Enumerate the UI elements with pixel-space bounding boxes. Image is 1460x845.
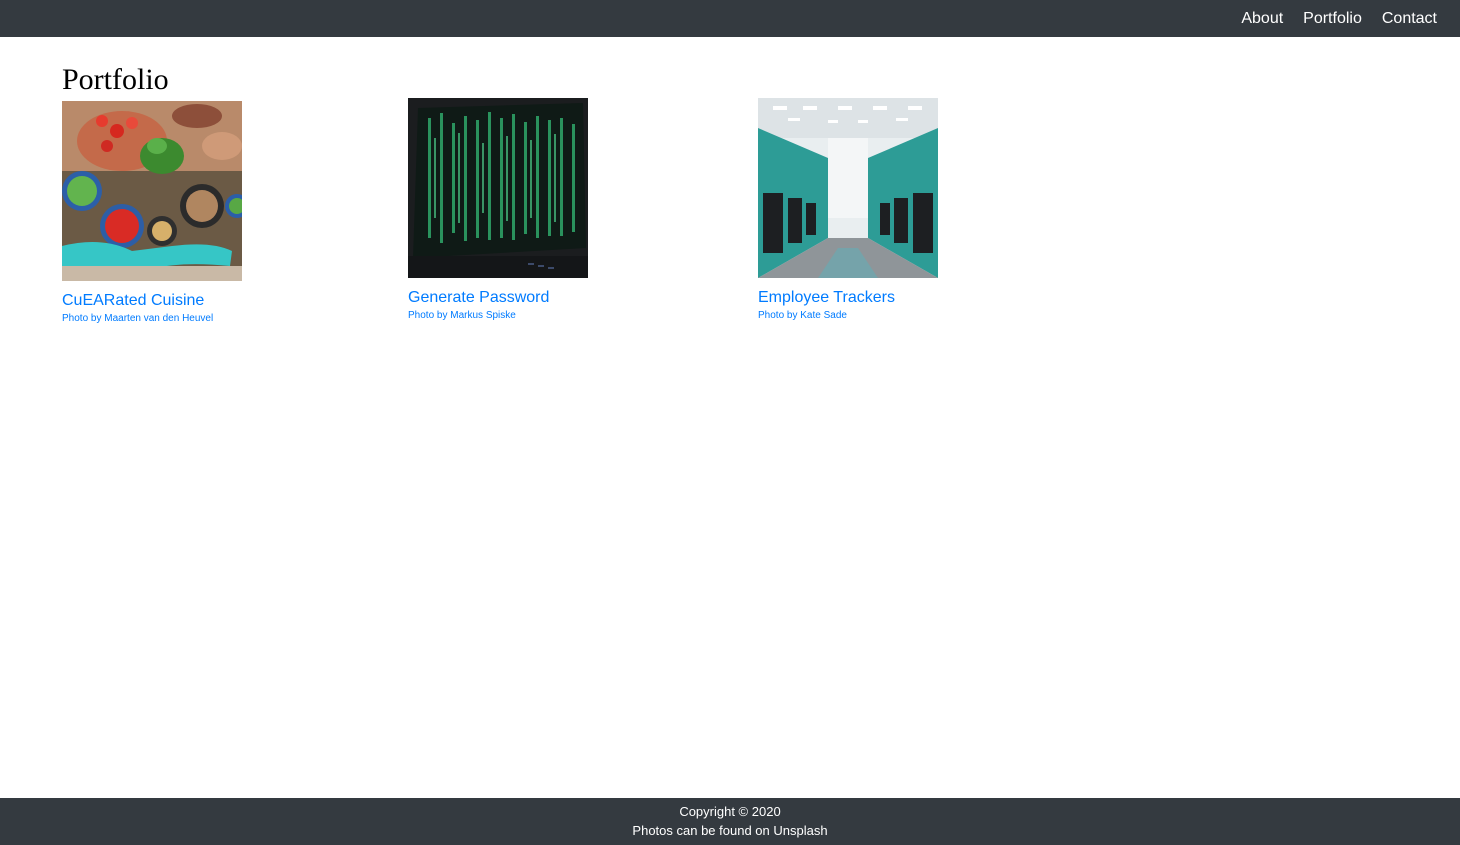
page-title: Portfolio: [62, 63, 169, 96]
top-navbar: About Portfolio Contact: [0, 0, 1460, 37]
nav-link-about[interactable]: About: [1241, 10, 1283, 28]
project-card-employees: Employee Trackers Photo by Kate Sade: [758, 98, 1018, 322]
footer: Copyright © 2020 Photos can be found on …: [0, 798, 1460, 845]
project-image-employees[interactable]: [758, 98, 938, 278]
project-image-password[interactable]: [408, 98, 588, 278]
nav-link-contact[interactable]: Contact: [1382, 10, 1437, 28]
office-cubicles-photo: [758, 98, 938, 278]
nav-link-portfolio[interactable]: Portfolio: [1303, 10, 1362, 28]
project-title-link[interactable]: Generate Password: [408, 288, 668, 307]
footer-photo-note: Photos can be found on Unsplash: [632, 823, 828, 838]
project-title-link[interactable]: Employee Trackers: [758, 288, 1018, 307]
photo-credit-link[interactable]: Photo by Markus Spiske: [408, 310, 668, 322]
vegetables-cooking-photo: [62, 101, 242, 281]
footer-copyright: Copyright © 2020: [679, 804, 781, 819]
project-image-cuisine[interactable]: [62, 101, 242, 281]
project-card-cuisine: CuEARated Cuisine Photo by Maarten van d…: [62, 101, 322, 325]
green-code-screen-photo: [408, 98, 588, 278]
photo-credit-link[interactable]: Photo by Maarten van den Heuvel: [62, 313, 322, 325]
nav-links: About Portfolio Contact: [1241, 0, 1437, 37]
project-card-password: Generate Password Photo by Markus Spiske: [408, 98, 668, 322]
project-title-link[interactable]: CuEARated Cuisine: [62, 291, 322, 310]
photo-credit-link[interactable]: Photo by Kate Sade: [758, 310, 1018, 322]
